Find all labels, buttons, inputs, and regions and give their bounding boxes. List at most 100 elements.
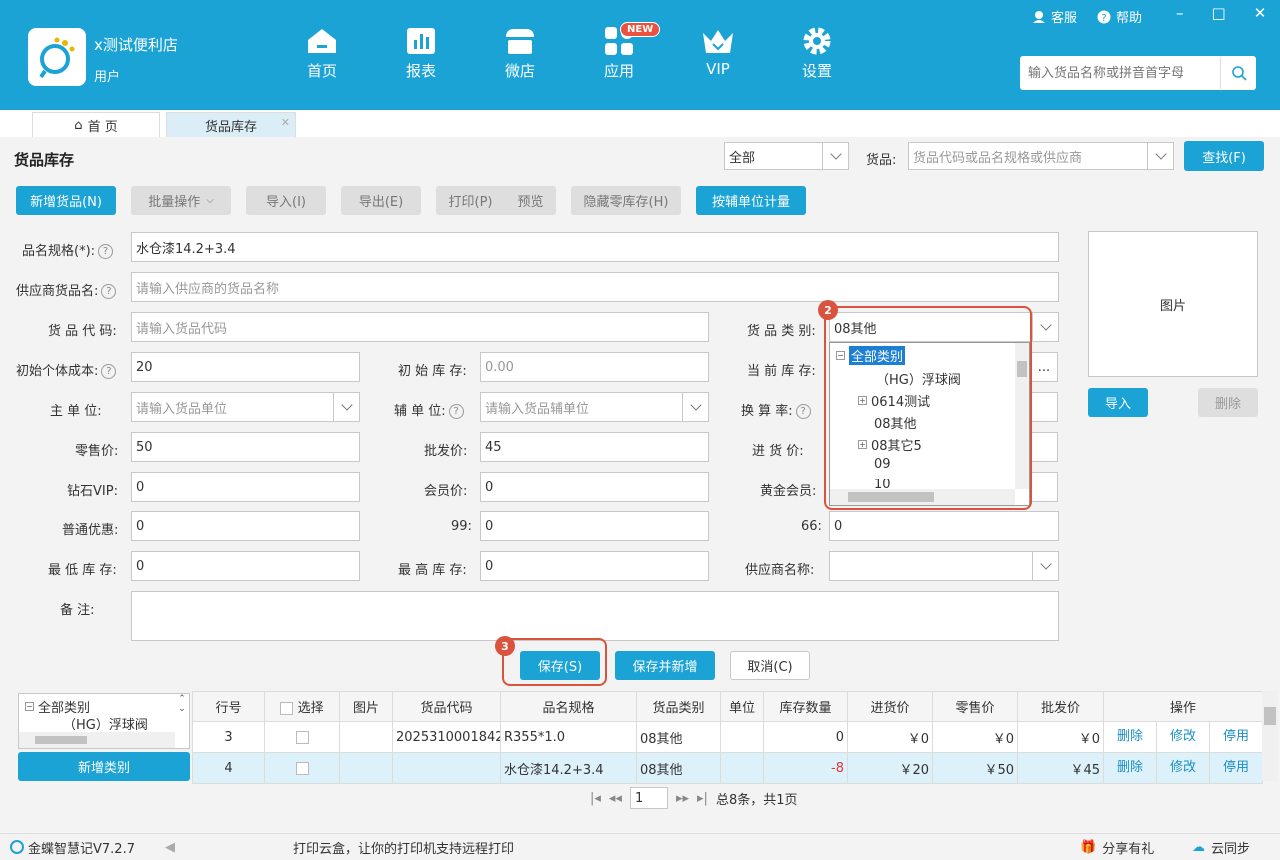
import-button[interactable]: 导入(I) [246,186,326,215]
maximize-icon[interactable]: □ [1212,4,1226,22]
add-category-button[interactable]: 新增类别 [18,752,190,781]
left-tree-horizontal-scrollbar[interactable] [19,732,175,748]
tab-close-icon[interactable]: ✕ [281,116,290,129]
init-cost-field[interactable]: 20 [131,352,360,382]
wholesale-field[interactable]: 45 [480,432,709,462]
cell-select[interactable] [264,752,340,784]
nav-report[interactable]: 报表 [386,26,456,81]
first-page-icon[interactable]: |◂ [590,791,601,806]
supplier-select[interactable] [829,551,1059,581]
photo-delete-button[interactable]: 删除 [1198,388,1258,417]
cloud-sync-link[interactable]: ☁ 云同步 [1192,838,1250,857]
help-icon[interactable]: ? [448,404,464,419]
cancel-button[interactable]: 取消(C) [730,651,810,680]
delete-link[interactable]: 删除 [1105,722,1157,752]
page-number-input[interactable]: 1 [629,787,668,809]
preview-button[interactable]: 预览 [517,191,543,210]
print-button[interactable]: 打印(P) [449,191,493,210]
row-checkbox[interactable] [295,730,309,744]
top-search-input[interactable] [1020,56,1220,90]
close-icon[interactable]: ✕ [1254,4,1267,22]
help-icon[interactable]: ? [101,284,117,299]
disable-link[interactable]: 停用 [1210,754,1262,783]
price-66-field[interactable]: 0 [829,511,1059,541]
left-tree-item-hg[interactable]: （HG）浮球阀 [63,716,148,731]
goods-filter-select[interactable]: 货品代码或品名规格或供应商 [908,142,1174,170]
prev-page-icon[interactable]: ◂◂ [609,791,622,806]
store-name: x测试便利店 [94,36,178,54]
remark-field[interactable] [131,591,1059,641]
nav-vip[interactable]: VIP [683,26,753,78]
aux-unit-text: 辅 单 位: [394,404,446,419]
current-stock-more-button[interactable]: ... [1030,352,1058,382]
next-page-icon[interactable]: ▸▸ [676,791,689,806]
tab-stock[interactable]: 货品库存 ✕ [166,112,296,137]
share-gift-link[interactable]: 🎁 分享有礼 [1080,838,1154,857]
name-field[interactable]: 水仓漆14.2+3.4 [131,232,1059,262]
collapse-icon[interactable]: − [25,702,34,711]
aux-unit-label: 辅 单 位:? [394,400,464,419]
chevron-down-icon[interactable] [1032,313,1058,341]
min-stock-field[interactable]: 0 [131,551,360,581]
chevron-down-icon[interactable] [1032,552,1058,580]
nav-settings[interactable]: 设置 [782,26,852,81]
chevron-down-icon[interactable] [682,393,708,421]
delete-link[interactable]: 删除 [1105,753,1157,783]
speaker-icon[interactable]: ◀ [165,840,175,855]
minimize-icon[interactable]: – [1176,4,1184,22]
retail-field[interactable]: 50 [131,432,360,462]
chevron-down-icon[interactable] [822,143,848,169]
price-99-field[interactable]: 0 [480,511,709,541]
help-icon[interactable]: ? [101,364,117,379]
last-page-icon[interactable]: ▸| [697,791,708,806]
member-field[interactable]: 0 [480,472,709,502]
add-goods-button[interactable]: 新增货品(N) [16,186,116,215]
supplier-goods-name-field[interactable]: 请输入供应商的货品名称 [131,272,1059,302]
photo-import-button[interactable]: 导入 [1088,388,1148,417]
table-row-selected[interactable]: 4 水仓漆14.2+3.4 08其他 -8 ￥20 ￥50 ￥45 删除 修改 停用 [192,752,1263,784]
init-stock-field[interactable]: 0.00 [480,352,709,382]
save-and-new-button[interactable]: 保存并新增 [615,651,715,680]
code-field[interactable]: 请输入货品代码 [131,312,709,342]
find-button[interactable]: 查找(F) [1184,141,1264,171]
customer-service-link[interactable]: 客服 [1032,7,1077,26]
help-icon[interactable]: ? [795,404,811,419]
aux-unit-button[interactable]: 按辅单位计量 [696,186,806,215]
chevron-down-icon[interactable] [1147,143,1173,169]
tab-home[interactable]: ⌂ 首 页 [32,112,160,137]
main-unit-select[interactable]: 请输入货品单位 [131,392,360,422]
ratio-field[interactable] [1030,392,1058,422]
scroll-thumb[interactable] [1264,707,1276,725]
normal-discount-field[interactable]: 0 [131,511,360,541]
left-tree-item-all[interactable]: − 全部类别 [25,697,90,716]
purchase-field[interactable] [1030,432,1058,462]
nav-microstore[interactable]: 微店 [485,26,555,81]
col-select[interactable]: 选择 [264,691,340,722]
help-icon[interactable]: ? [98,244,114,259]
export-button[interactable]: 导出(E) [341,186,421,215]
help-link[interactable]: ? 帮助 [1097,7,1142,26]
nav-home[interactable]: 首页 [287,26,357,81]
max-stock-field[interactable]: 0 [480,551,709,581]
diamond-vip-field[interactable]: 0 [131,472,360,502]
cell-select[interactable] [264,721,340,753]
gold-member-field[interactable] [1030,472,1058,502]
category-filter-select[interactable]: 全部 [724,142,849,170]
select-all-checkbox[interactable] [280,702,294,715]
batch-ops-button[interactable]: 批量操作 ⌵ [131,186,231,215]
aux-unit-select[interactable]: 请输入货品辅单位 [480,392,709,422]
row-checkbox[interactable] [295,761,309,775]
chevron-down-icon[interactable] [333,393,359,421]
disable-link[interactable]: 停用 [1210,723,1262,752]
scroll-thumb[interactable] [35,736,87,744]
status-message[interactable]: 打印云盒，让你的打印机支持远程打印 [293,838,514,857]
cell-qty: 0 [763,721,848,753]
table-row[interactable]: 3 2025310001842 R355*1.0 08其他 0 ￥0 ￥0 ￥0… [192,721,1263,753]
edit-link[interactable]: 修改 [1157,722,1210,752]
search-button[interactable] [1220,56,1256,90]
price-99-label: 99: [451,519,472,534]
hide-zero-stock-button[interactable]: 隐藏零库存(H) [571,186,681,215]
edit-link[interactable]: 修改 [1157,753,1210,783]
table-vertical-scrollbar[interactable] [1262,691,1278,781]
left-tree-vertical-scrollbar[interactable]: ⌃ ⌄ [175,694,189,732]
